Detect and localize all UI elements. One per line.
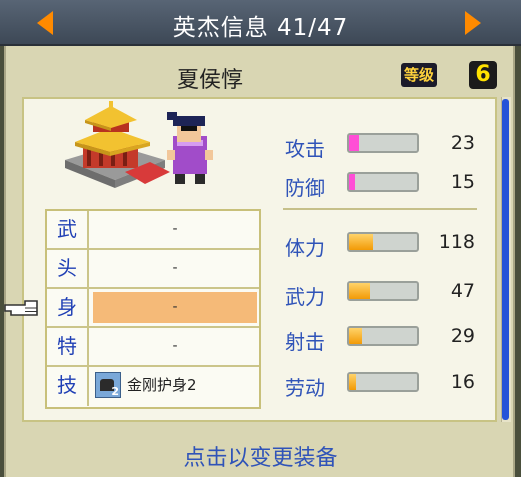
stat-bar-fill	[349, 283, 371, 299]
stat-bar-fill	[349, 374, 357, 390]
stat-label-strength: 武力	[285, 285, 325, 309]
stat-bar-fill	[349, 234, 374, 250]
stat-value-labor: 16	[450, 371, 475, 393]
hero-portrait-with-palace	[65, 101, 213, 188]
equip-row-special[interactable]: 特 -	[47, 328, 259, 367]
stat-label-labor: 劳动	[285, 376, 325, 400]
equip-slot-value: -	[93, 292, 257, 323]
stat-bar-fill	[349, 174, 356, 190]
pointing-hand-icon	[4, 300, 38, 316]
stat-bar-strength	[347, 281, 419, 301]
stat-bar-fill	[349, 328, 362, 344]
title-bar: 英杰信息 41/47	[0, 0, 521, 46]
scrollbar-thumb[interactable]	[502, 99, 509, 420]
stat-value-hp: 118	[438, 231, 475, 253]
equip-slot-value: -	[172, 260, 178, 276]
stat-bar-defense	[347, 172, 419, 192]
equip-row-skill[interactable]: 技 2 金刚护身2	[47, 367, 259, 406]
equip-row-body[interactable]: 身 -	[47, 289, 259, 328]
stat-bar-shooting	[347, 326, 419, 346]
stat-label-defense: 防御	[285, 176, 325, 200]
armor-skill-icon: 2	[95, 372, 121, 398]
page-title: 英杰信息 41/47	[172, 15, 349, 41]
stat-bar-labor	[347, 372, 419, 392]
equipment-table: 武 - 头 - 身 - 特 - 技 2 金刚护身2	[45, 209, 261, 409]
equip-slot-label: 身	[47, 289, 89, 326]
palace-icon	[65, 101, 170, 188]
skill-name: 金刚护身2	[127, 376, 197, 394]
equip-slot-label: 武	[47, 211, 89, 248]
level-label-badge: 等级	[401, 63, 437, 87]
equip-slot-label: 头	[47, 250, 89, 287]
stat-bar-hp	[347, 232, 419, 252]
equip-row-head[interactable]: 头 -	[47, 250, 259, 289]
hero-sprite-icon	[167, 112, 213, 184]
change-equipment-hint[interactable]: 点击以变更装备	[0, 440, 521, 472]
equip-slot-value: -	[172, 338, 178, 354]
stat-label-hp: 体力	[285, 236, 325, 260]
stat-label-shooting: 射击	[285, 330, 325, 354]
equip-slot-label: 特	[47, 328, 89, 365]
stat-value-attack: 23	[450, 132, 475, 154]
stat-label-attack: 攻击	[285, 137, 325, 161]
hero-name: 夏侯惇	[176, 68, 243, 93]
equip-row-weapon[interactable]: 武 -	[47, 211, 259, 250]
stat-value-strength: 47	[450, 280, 475, 302]
stat-bar-attack	[347, 133, 419, 153]
next-hero-arrow-icon[interactable]	[465, 11, 481, 35]
stats-divider	[283, 208, 477, 210]
stat-value-shooting: 29	[450, 325, 475, 347]
equip-slot-value: -	[172, 221, 178, 237]
stat-bar-fill	[349, 135, 359, 151]
level-value-badge: 6	[469, 61, 497, 89]
equip-slot-label: 技	[47, 367, 89, 406]
skill-level-number: 2	[111, 385, 119, 398]
stat-value-defense: 15	[450, 171, 475, 193]
